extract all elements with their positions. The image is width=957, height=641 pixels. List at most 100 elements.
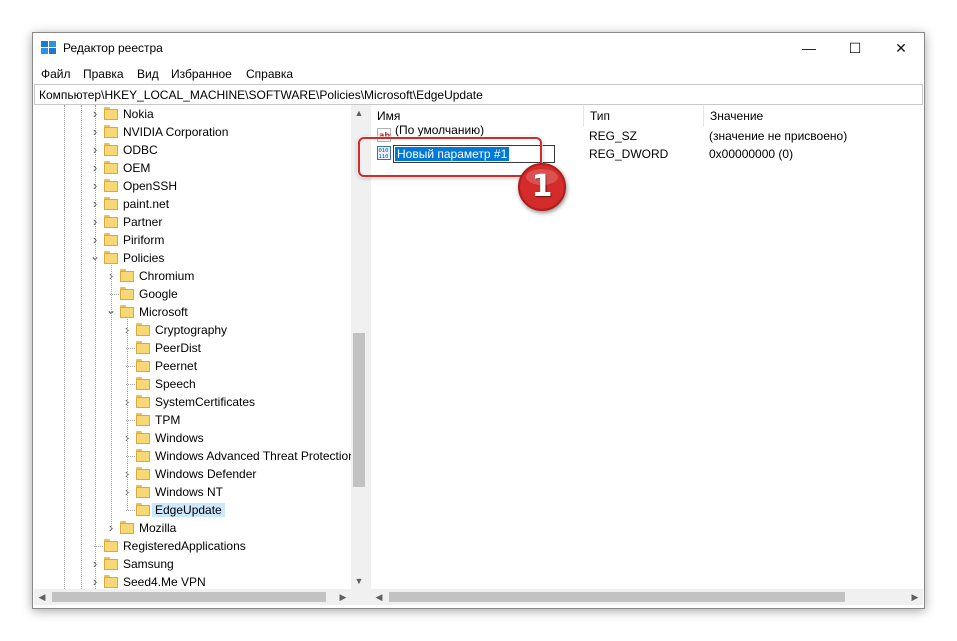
scroll-right-arrow-icon[interactable]: ▶ xyxy=(335,589,351,605)
folder-icon xyxy=(104,107,118,120)
window-title: Редактор реестра xyxy=(63,41,163,55)
tree-node-label[interactable]: Samsung xyxy=(123,557,174,571)
step-number-badge: 1 xyxy=(518,163,566,211)
value-name: (По умолчанию) xyxy=(395,123,485,137)
scroll-right-arrow-icon[interactable]: ▶ xyxy=(907,589,923,605)
close-button[interactable]: ✕ xyxy=(878,33,924,63)
tree-node-label[interactable]: Nokia xyxy=(123,107,154,121)
minimize-icon: — xyxy=(802,40,816,56)
tree-node-label[interactable]: RegisteredApplications xyxy=(123,539,246,553)
tree-node-label[interactable]: Partner xyxy=(123,215,162,229)
folder-icon xyxy=(136,359,150,372)
title-bar[interactable]: Редактор реестра — ☐ ✕ xyxy=(33,33,924,63)
annotation-highlight-box xyxy=(358,137,542,177)
tree-guide-line xyxy=(111,265,112,528)
minimize-button[interactable]: — xyxy=(786,33,832,63)
folder-icon xyxy=(104,575,118,588)
values-horizontal-scrollbar[interactable]: ◀ ▶ xyxy=(371,589,923,605)
scroll-down-arrow-icon[interactable]: ▼ xyxy=(351,573,367,589)
tree-node-label[interactable]: Google xyxy=(139,287,178,301)
folder-icon xyxy=(104,197,118,210)
folder-icon xyxy=(104,539,118,552)
folder-icon xyxy=(120,521,134,534)
menu-bar: Файл Правка Вид Избранное Справка xyxy=(33,64,924,84)
folder-icon xyxy=(136,467,150,480)
values-hscroll-thumb[interactable] xyxy=(389,592,845,602)
menu-favorites[interactable]: Избранное xyxy=(171,67,232,81)
folder-icon xyxy=(136,395,150,408)
tree-scroll-thumb[interactable] xyxy=(353,333,365,487)
value-type: REG_DWORD xyxy=(589,147,669,161)
tree-horizontal-scrollbar[interactable]: ◀ ▶ xyxy=(34,589,367,605)
tree-node-label[interactable]: Policies xyxy=(123,251,164,265)
tree-node-label[interactable]: TPM xyxy=(155,413,180,427)
menu-file[interactable]: Файл xyxy=(41,67,71,81)
menu-view[interactable]: Вид xyxy=(137,67,159,81)
tree-node-label[interactable]: ODBC xyxy=(123,143,158,157)
folder-icon xyxy=(104,179,118,192)
folder-icon xyxy=(136,449,150,462)
tree-node-label[interactable]: Speech xyxy=(155,377,196,391)
tree-node-label[interactable]: Mozilla xyxy=(139,521,176,535)
tree-node-label[interactable]: Microsoft xyxy=(139,305,188,319)
tree-node-label[interactable]: Cryptography xyxy=(155,323,227,337)
maximize-button[interactable]: ☐ xyxy=(832,33,878,63)
folder-icon xyxy=(136,341,150,354)
value-data: (значение не присвоено) xyxy=(709,129,848,143)
key-tree-pane[interactable]: › Nokia › NVIDIA Corporation › ODBC › OEM › OpenS… xyxy=(34,105,368,589)
tree-node-label[interactable]: Windows Defender xyxy=(155,467,256,481)
tree-node-label[interactable]: Windows NT xyxy=(155,485,223,499)
tree-node-label[interactable]: SystemCertificates xyxy=(155,395,255,409)
tree-guide-line xyxy=(81,105,82,589)
folder-icon xyxy=(104,143,118,156)
value-type: REG_SZ xyxy=(589,129,638,143)
scroll-up-arrow-icon[interactable]: ▲ xyxy=(351,105,367,121)
tree-node-label[interactable]: Seed4.Me VPN xyxy=(123,575,206,589)
folder-icon xyxy=(104,251,118,264)
tree-node-label[interactable]: paint.net xyxy=(123,197,169,211)
folder-icon xyxy=(104,557,118,570)
tree-guide-line xyxy=(64,105,65,589)
column-header-data[interactable]: Значение xyxy=(703,105,923,127)
folder-icon xyxy=(136,377,150,390)
menu-help[interactable]: Справка xyxy=(246,67,293,81)
tree-guide-line xyxy=(95,105,96,589)
tree-hscroll-thumb[interactable] xyxy=(52,592,326,602)
tree-guide-line xyxy=(127,319,128,510)
folder-icon xyxy=(104,161,118,174)
tree-node-label[interactable]: OEM xyxy=(123,161,150,175)
tree-node-label[interactable]: Chromium xyxy=(139,269,194,283)
tree-node-label[interactable]: PeerDist xyxy=(155,341,201,355)
folder-icon xyxy=(104,215,118,228)
scroll-left-arrow-icon[interactable]: ◀ xyxy=(34,589,50,605)
folder-icon xyxy=(104,233,118,246)
tree-node-label[interactable]: OpenSSH xyxy=(123,179,177,193)
folder-icon xyxy=(104,125,118,138)
address-bar[interactable]: Компьютер\HKEY_LOCAL_MACHINE\SOFTWARE\Po… xyxy=(34,84,923,105)
folder-icon xyxy=(120,305,134,318)
folder-icon xyxy=(120,287,134,300)
tree-node-label[interactable]: Windows xyxy=(155,431,204,445)
close-icon: ✕ xyxy=(895,39,907,56)
folder-icon xyxy=(136,503,150,516)
maximize-icon: ☐ xyxy=(848,39,862,56)
folder-icon xyxy=(136,323,150,336)
address-path[interactable]: Компьютер\HKEY_LOCAL_MACHINE\SOFTWARE\Po… xyxy=(39,88,483,102)
folder-icon xyxy=(136,413,150,426)
tree-node-label[interactable]: EdgeUpdate xyxy=(152,503,225,517)
tree-node-label[interactable]: NVIDIA Corporation xyxy=(123,125,228,139)
tree-node-label[interactable]: Windows Advanced Threat Protection xyxy=(155,449,355,463)
folder-icon xyxy=(136,431,150,444)
column-header-type[interactable]: Тип xyxy=(583,105,703,127)
registry-editor-window: Редактор реестра — ☐ ✕ Файл Правка Вид И… xyxy=(32,32,925,609)
tree-guide-line xyxy=(126,510,135,511)
values-pane[interactable]: Имя Тип Значение ab (По умолчанию) REG_S… xyxy=(371,105,923,589)
scroll-left-arrow-icon[interactable]: ◀ xyxy=(371,589,387,605)
value-data: 0x00000000 (0) xyxy=(709,147,794,161)
tree-vertical-scrollbar[interactable]: ▲ ▼ xyxy=(351,105,367,589)
tree-node-label[interactable]: Peernet xyxy=(155,359,197,373)
folder-icon xyxy=(136,485,150,498)
menu-edit[interactable]: Правка xyxy=(83,67,124,81)
tree-node-label[interactable]: Piriform xyxy=(123,233,164,247)
folder-icon xyxy=(120,269,134,282)
